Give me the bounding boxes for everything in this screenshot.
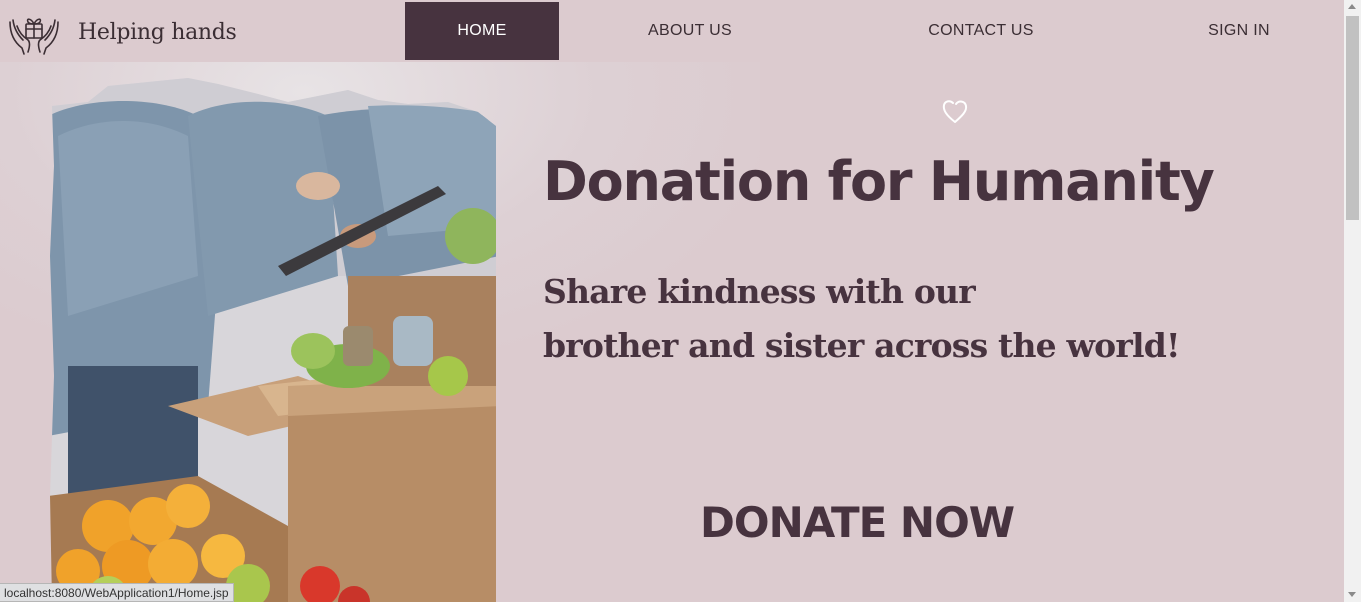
nav-contact-us[interactable]: CONTACT US (896, 2, 1066, 60)
hands-holding-gift-icon (9, 18, 59, 55)
browser-status-url: localhost:8080/WebApplication1/Home.jsp (0, 583, 234, 602)
nav-home[interactable]: HOME (405, 2, 559, 60)
nav-about-us[interactable]: ABOUT US (612, 2, 768, 60)
hero-subtitle-line-1: Share kindness with our (543, 272, 976, 311)
hero-title: Donation for Humanity (543, 150, 1215, 213)
page: Helping hands HOME ABOUT US CONTACT US S… (0, 0, 1361, 602)
heart-icon (942, 100, 968, 123)
navbar: Helping hands HOME ABOUT US CONTACT US S… (0, 0, 1344, 62)
scroll-thumb[interactable] (1346, 16, 1359, 220)
hero-subtitle: Share kindness with our brother and sist… (543, 265, 1180, 373)
hero-section: Donation for Humanity Share kindness wit… (0, 62, 1344, 602)
nav-sign-in[interactable]: SIGN IN (1180, 2, 1298, 60)
hero-photo-volunteers (50, 78, 496, 602)
brand-name: Helping hands (78, 19, 237, 45)
scroll-down-arrow-icon[interactable] (1348, 592, 1356, 597)
donate-now-button[interactable]: DONATE NOW (700, 492, 1015, 552)
hero-subtitle-line-2: brother and sister across the world! (543, 326, 1180, 365)
brand[interactable]: Helping hands (6, 8, 237, 56)
vertical-scrollbar[interactable] (1344, 0, 1361, 602)
scroll-up-arrow-icon[interactable] (1348, 4, 1356, 9)
